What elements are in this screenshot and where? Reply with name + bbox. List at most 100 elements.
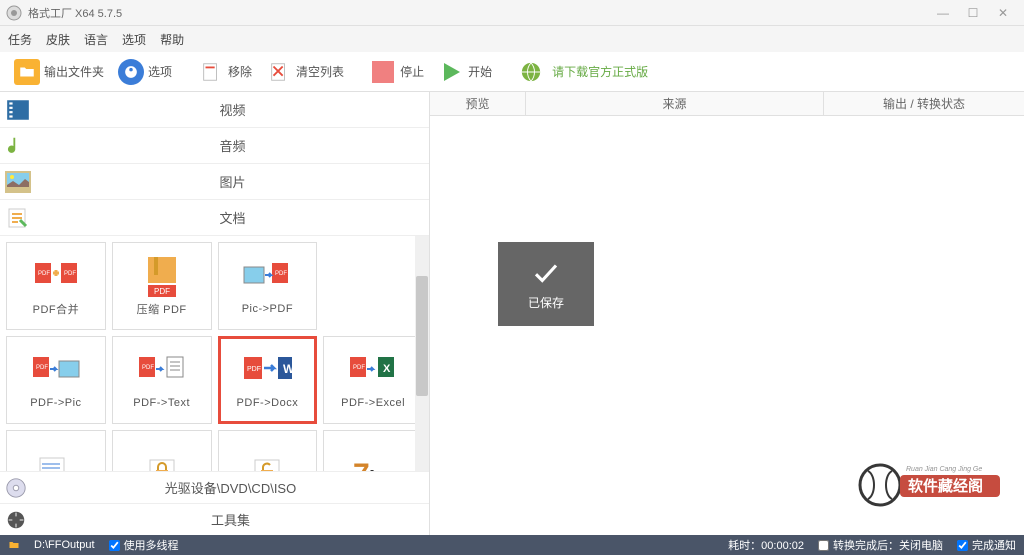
left-panel: 视频 音频 图片 文档 PDFPDF PDF合并 PDF 压缩 PDF — [0, 92, 430, 535]
menu-options[interactable]: 选项 — [122, 31, 146, 48]
svg-text:PDF: PDF — [142, 365, 154, 371]
cell-label: 压缩 PDF — [137, 301, 187, 317]
sevenzip-icon: 7ip — [351, 454, 395, 472]
notify-label: 完成通知 — [972, 537, 1016, 553]
cell-label: PDF->Text — [133, 397, 190, 409]
cell-partial-2[interactable] — [112, 430, 212, 471]
start-button[interactable]: 开始 — [432, 57, 498, 87]
category-image-label: 图片 — [36, 172, 429, 191]
toolset-icon — [5, 509, 27, 531]
pdf-lock-icon — [144, 456, 180, 472]
category-audio[interactable]: 音频 — [0, 128, 429, 164]
svg-text:软件藏经阁: 软件藏经阁 — [908, 477, 983, 495]
menu-skin[interactable]: 皮肤 — [46, 31, 70, 48]
cell-pdf-merge[interactable]: PDFPDF PDF合并 — [6, 242, 106, 330]
cell-label: Pic->PDF — [242, 303, 293, 315]
output-path[interactable]: D:\FFOutput — [34, 539, 95, 551]
menu-tasks[interactable]: 任务 — [8, 31, 32, 48]
menu-bar: 任务 皮肤 语言 选项 帮助 — [0, 26, 1024, 52]
category-toolset-label: 工具集 — [32, 510, 429, 529]
play-icon — [439, 60, 463, 84]
header-preview[interactable]: 预览 — [430, 92, 526, 115]
globe-icon — [520, 61, 542, 83]
maximize-button[interactable]: ☐ — [958, 3, 988, 23]
download-official-button[interactable]: 请下载官方正式版 — [512, 57, 654, 87]
cell-label: PDF->Pic — [30, 397, 81, 409]
cell-pic-to-pdf[interactable]: PDF Pic->PDF — [218, 242, 318, 330]
svg-text:PDF: PDF — [353, 365, 365, 371]
pdf-unlock-icon — [249, 456, 285, 472]
category-video[interactable]: 视频 — [0, 92, 429, 128]
column-headers: 预览 来源 输出 / 转换状态 — [430, 92, 1024, 116]
options-label: 选项 — [148, 63, 172, 80]
cell-partial-1[interactable]: PDF — [6, 430, 106, 471]
minimize-button[interactable]: — — [928, 3, 958, 23]
options-button[interactable]: 选项 — [112, 57, 178, 87]
options-icon — [124, 65, 138, 79]
download-official-label: 请下载官方正式版 — [552, 63, 648, 80]
check-icon — [531, 258, 561, 288]
cell-pdf-to-docx[interactable]: PDFW PDF->Docx — [218, 336, 318, 424]
stop-button[interactable]: 停止 — [364, 57, 430, 87]
content-area: 已保存 软件藏经阁 Ruan Jian Cang Jing Ge — [430, 116, 1024, 535]
close-button[interactable]: ✕ — [988, 3, 1018, 23]
svg-text:PDF: PDF — [36, 365, 48, 371]
document-icon — [6, 206, 30, 230]
pdf-merge-icon: PDFPDF — [31, 257, 81, 297]
shutdown-toggle[interactable]: 转换完成后：关闭电脑 — [818, 537, 943, 553]
watermark-logo: 软件藏经阁 Ruan Jian Cang Jing Ge — [856, 461, 1006, 507]
remove-label: 移除 — [228, 63, 252, 80]
multithread-toggle[interactable]: 使用多线程 — [109, 537, 179, 553]
toolbar: 输出文件夹 选项 移除 清空列表 停止 开始 请下载官方正式版 — [0, 52, 1024, 92]
cell-pdf-to-pic[interactable]: PDF PDF->Pic — [6, 336, 106, 424]
clear-list-label: 清空列表 — [296, 63, 344, 80]
category-optical[interactable]: 光驱设备\DVD\CD\ISO — [0, 471, 429, 503]
menu-language[interactable]: 语言 — [84, 31, 108, 48]
category-toolset[interactable]: 工具集 — [0, 503, 429, 535]
elapsed-time: 耗时：00:00:02 — [728, 537, 804, 553]
svg-text:PDF: PDF — [275, 271, 287, 277]
output-folder-label: 输出文件夹 — [44, 63, 104, 80]
header-status[interactable]: 输出 / 转换状态 — [824, 92, 1024, 115]
remove-icon — [200, 61, 222, 83]
cell-pdf-to-excel[interactable]: PDF X PDF->Excel — [323, 336, 423, 424]
category-image[interactable]: 图片 — [0, 164, 429, 200]
disc-icon — [5, 477, 27, 499]
remove-button[interactable]: 移除 — [192, 57, 258, 87]
pdf-docx-icon: PDFW — [242, 353, 292, 393]
audio-icon — [7, 135, 29, 157]
multithread-label: 使用多线程 — [124, 537, 179, 553]
clear-list-button[interactable]: 清空列表 — [260, 57, 350, 87]
cell-label: PDF合并 — [33, 301, 80, 317]
menu-help[interactable]: 帮助 — [160, 31, 184, 48]
cell-partial-3[interactable] — [218, 430, 318, 471]
svg-text:Ruan Jian Cang Jing Ge: Ruan Jian Cang Jing Ge — [906, 466, 982, 473]
doc-pdf-icon: PDF — [34, 456, 78, 472]
header-source[interactable]: 来源 — [526, 92, 824, 115]
pdf-pic-icon: PDF — [31, 355, 81, 391]
title-bar: 格式工厂 X64 5.7.5 — ☐ ✕ — [0, 0, 1024, 26]
status-bar: D:\FFOutput 使用多线程 耗时：00:00:02 转换完成后：关闭电脑… — [0, 535, 1024, 555]
notify-toggle[interactable]: 完成通知 — [957, 537, 1016, 553]
saved-label: 已保存 — [528, 294, 564, 311]
cell-label: PDF->Excel — [341, 397, 405, 409]
window-title: 格式工厂 X64 5.7.5 — [28, 5, 928, 21]
stop-icon — [372, 61, 394, 83]
cell-label: PDF->Docx — [237, 397, 299, 409]
svg-text:X: X — [383, 363, 391, 375]
scrollbar[interactable] — [415, 236, 429, 471]
cell-pdf-to-text[interactable]: PDF PDF->Text — [112, 336, 212, 424]
svg-text:PDF: PDF — [64, 271, 76, 277]
pdf-text-icon: PDF — [137, 355, 187, 391]
category-document-label: 文档 — [36, 208, 429, 227]
cell-pdf-compress[interactable]: PDF 压缩 PDF — [112, 242, 212, 330]
stop-label: 停止 — [400, 63, 424, 80]
pdf-compress-icon: PDF — [140, 255, 184, 299]
pic-pdf-icon: PDF — [242, 261, 292, 297]
category-document[interactable]: 文档 — [0, 200, 429, 236]
svg-text:PDF: PDF — [154, 287, 170, 296]
output-folder-button[interactable]: 输出文件夹 — [8, 57, 110, 87]
folder-icon — [18, 63, 36, 81]
cell-partial-4[interactable]: 7ip — [323, 430, 423, 471]
category-optical-label: 光驱设备\DVD\CD\ISO — [32, 478, 429, 497]
